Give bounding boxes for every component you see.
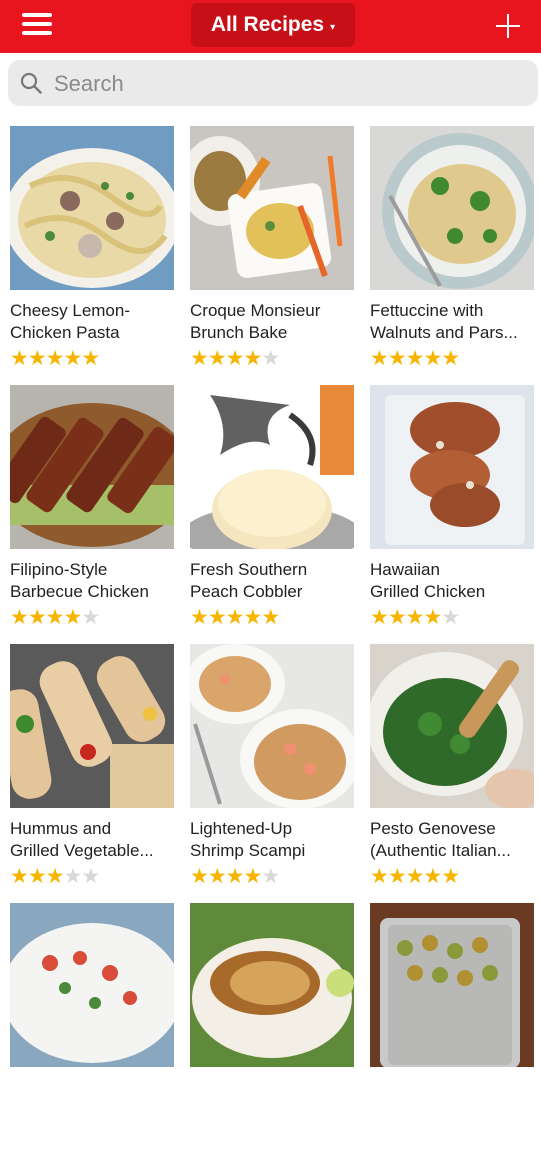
star-icon: ★ bbox=[63, 865, 82, 888]
hamburger-menu-icon[interactable] bbox=[22, 13, 52, 37]
star-rating: ★★★★★ bbox=[190, 347, 280, 370]
star-icon: ★ bbox=[63, 606, 82, 629]
recipe-photo bbox=[190, 126, 354, 290]
star-icon: ★ bbox=[207, 865, 227, 888]
star-icon: ★ bbox=[225, 606, 245, 629]
recipe-photo bbox=[190, 385, 354, 549]
dropdown-title: All Recipes bbox=[210, 13, 325, 36]
star-icon: ★ bbox=[63, 347, 82, 370]
recipe-photo bbox=[370, 126, 534, 290]
search-input[interactable] bbox=[52, 68, 526, 100]
star-icon: ★ bbox=[225, 865, 245, 888]
plus-icon[interactable] bbox=[496, 14, 520, 38]
recipe-card[interactable]: Lightened-Up Shrimp Scampi ★★★★★ bbox=[190, 644, 354, 903]
star-rating: ★★★★★ bbox=[10, 347, 100, 370]
recipe-card[interactable]: Pesto Genovese (Authentic Italian... ★★★★… bbox=[370, 644, 534, 903]
star-icon: ★ bbox=[243, 347, 262, 370]
recipe-title: Croque Monsieur Brunch Bake bbox=[190, 301, 321, 342]
star-icon: ★ bbox=[190, 347, 209, 370]
recipe-photo bbox=[190, 644, 354, 808]
star-icon: ★ bbox=[423, 347, 442, 370]
star-icon: ★ bbox=[243, 606, 262, 629]
recipe-title: Cheesy Lemon- Chicken Pasta bbox=[10, 301, 131, 342]
star-icon: ★ bbox=[423, 606, 442, 629]
star-icon: ★ bbox=[423, 865, 442, 888]
star-icon: ★ bbox=[441, 606, 460, 629]
recipe-title: Hummus and Grilled Vegetable... bbox=[10, 819, 154, 860]
star-rating: ★★★★★ bbox=[370, 606, 460, 629]
star-icon: ★ bbox=[10, 606, 29, 629]
star-icon: ★ bbox=[405, 347, 425, 370]
star-icon: ★ bbox=[387, 606, 407, 629]
star-icon: ★ bbox=[81, 347, 100, 370]
star-icon: ★ bbox=[190, 606, 209, 629]
star-icon: ★ bbox=[10, 347, 29, 370]
star-icon: ★ bbox=[261, 347, 280, 370]
star-rating: ★★★★★ bbox=[10, 606, 100, 629]
recipe-card[interactable]: Hawaiian Grilled Chicken ★★★★★ bbox=[370, 385, 534, 644]
star-icon: ★ bbox=[225, 347, 245, 370]
star-icon: ★ bbox=[387, 865, 407, 888]
star-icon: ★ bbox=[81, 606, 100, 629]
chevron-down-icon: ▾ bbox=[330, 21, 336, 33]
star-rating: ★★★★★ bbox=[370, 865, 460, 888]
recipe-photo bbox=[10, 644, 174, 808]
star-rating: ★★★★★ bbox=[190, 865, 280, 888]
star-icon: ★ bbox=[441, 865, 460, 888]
recipe-card[interactable]: Cheesy Lemon- Chicken Pasta ★★★★★ bbox=[10, 126, 174, 385]
recipe-card[interactable] bbox=[10, 903, 174, 1162]
recipe-card[interactable]: Croque Monsieur Brunch Bake ★★★★★ bbox=[190, 126, 354, 385]
star-icon: ★ bbox=[441, 347, 460, 370]
recipe-photo bbox=[190, 903, 354, 1067]
star-rating: ★★★★★ bbox=[370, 347, 460, 370]
recipe-title: Lightened-Up Shrimp Scampi bbox=[190, 819, 306, 860]
recipe-title: Filipino-Style Barbecue Chicken bbox=[10, 560, 149, 601]
recipe-title: Fettuccine with Walnuts and Pars... bbox=[370, 301, 518, 342]
star-icon: ★ bbox=[45, 347, 65, 370]
star-icon: ★ bbox=[190, 865, 209, 888]
recipe-photo bbox=[10, 903, 174, 1067]
star-icon: ★ bbox=[387, 347, 407, 370]
star-icon: ★ bbox=[27, 865, 47, 888]
star-rating: ★★★★★ bbox=[190, 606, 280, 629]
recipe-card[interactable] bbox=[370, 903, 534, 1162]
star-icon: ★ bbox=[370, 865, 389, 888]
recipe-card[interactable] bbox=[190, 903, 354, 1162]
star-icon: ★ bbox=[370, 347, 389, 370]
star-icon: ★ bbox=[405, 865, 425, 888]
top-bar: All Recipes ▾ bbox=[0, 0, 541, 53]
recipe-card[interactable]: Hummus and Grilled Vegetable... ★★★★★ bbox=[10, 644, 174, 903]
recipe-card[interactable]: Filipino-Style Barbecue Chicken ★★★★★ bbox=[10, 385, 174, 644]
recipe-photo bbox=[370, 385, 534, 549]
star-icon: ★ bbox=[10, 865, 29, 888]
recipe-card[interactable]: Fettuccine with Walnuts and Pars... ★★★★★ bbox=[370, 126, 534, 385]
recipe-photo bbox=[10, 126, 174, 290]
star-icon: ★ bbox=[45, 865, 65, 888]
star-icon: ★ bbox=[207, 606, 227, 629]
star-icon: ★ bbox=[405, 606, 425, 629]
recipe-title: Fresh Southern Peach Cobbler bbox=[190, 560, 308, 601]
star-icon: ★ bbox=[207, 347, 227, 370]
star-icon: ★ bbox=[261, 606, 280, 629]
star-rating: ★★★★★ bbox=[10, 865, 100, 888]
search-bar[interactable] bbox=[8, 60, 538, 106]
star-icon: ★ bbox=[370, 606, 389, 629]
star-icon: ★ bbox=[261, 865, 280, 888]
recipe-filter-dropdown[interactable]: All Recipes ▾ bbox=[191, 3, 355, 47]
star-icon: ★ bbox=[81, 865, 100, 888]
recipe-photo bbox=[370, 644, 534, 808]
star-icon: ★ bbox=[243, 865, 262, 888]
search-icon bbox=[20, 72, 42, 94]
star-icon: ★ bbox=[27, 347, 47, 370]
recipe-photo bbox=[10, 385, 174, 549]
star-icon: ★ bbox=[27, 606, 47, 629]
star-icon: ★ bbox=[45, 606, 65, 629]
recipe-photo bbox=[370, 903, 534, 1067]
recipe-title: Pesto Genovese (Authentic Italian... bbox=[370, 819, 511, 860]
recipe-title: Hawaiian Grilled Chicken bbox=[370, 560, 486, 601]
recipe-card[interactable]: Fresh Southern Peach Cobbler ★★★★★ bbox=[190, 385, 354, 644]
